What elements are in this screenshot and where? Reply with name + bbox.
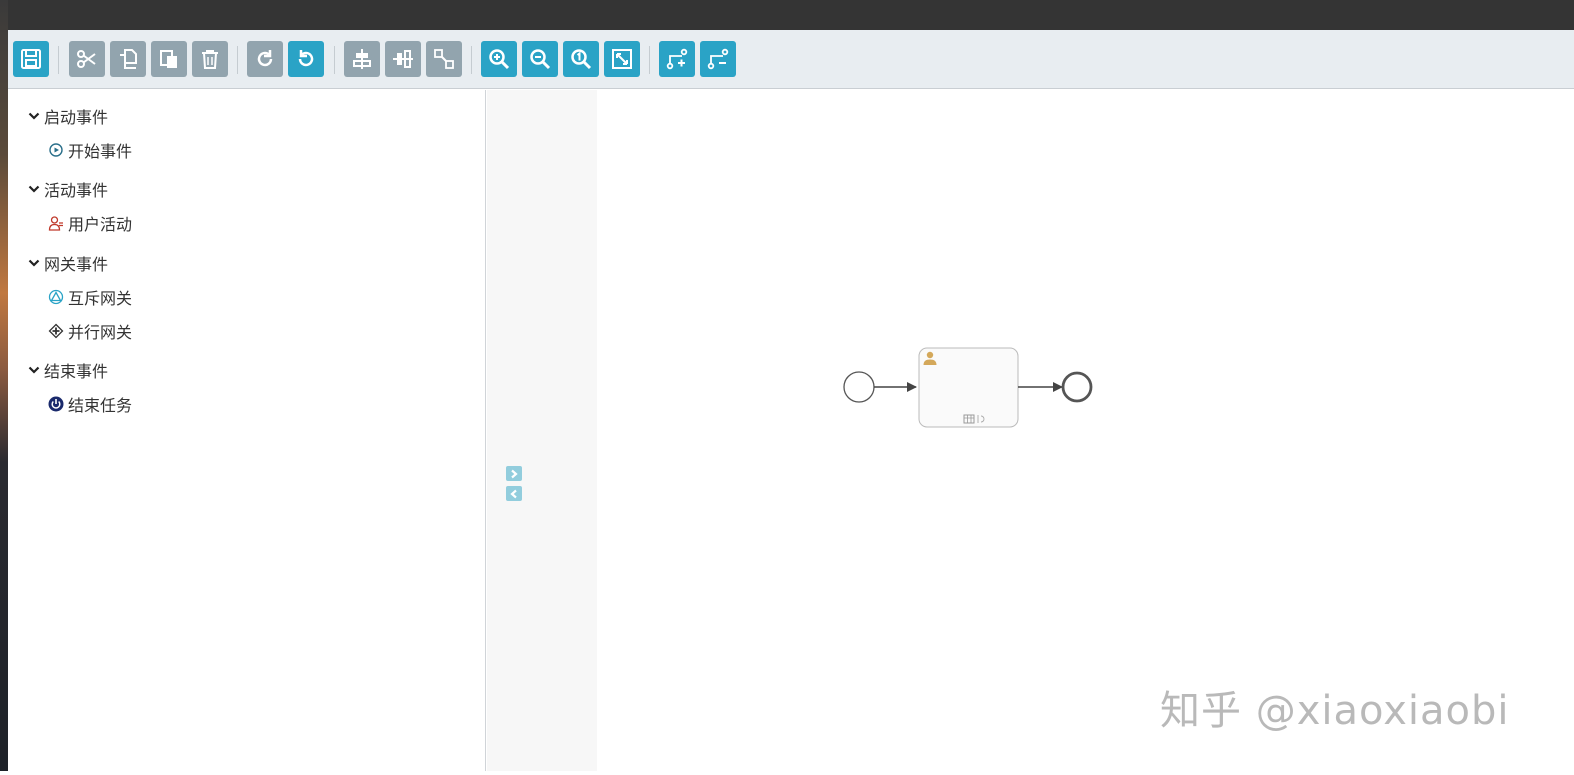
toolbar-separator: [649, 46, 650, 74]
same-size-icon: [434, 49, 454, 69]
zoom-fit-button[interactable]: [604, 41, 640, 77]
palette-group-label: 网关事件: [44, 255, 109, 274]
watermark: 知乎 @xiaoxiaobi: [1160, 688, 1510, 734]
remove-bendpoint-icon: [707, 48, 729, 70]
palette-item-parallel-gateway[interactable]: 并行网关: [48, 319, 132, 343]
start-event-icon: [49, 143, 63, 157]
align-vertical-button[interactable]: [344, 41, 380, 77]
title-bar: [8, 0, 1574, 30]
save-icon: [21, 49, 41, 69]
zoom-actual-button[interactable]: [563, 41, 599, 77]
cut-button[interactable]: [69, 41, 105, 77]
palette-item-label: 并行网关: [68, 323, 133, 342]
parallel-gateway-icon: [48, 323, 64, 339]
paste-icon: [160, 50, 177, 68]
toolbar: [8, 30, 1574, 89]
palette-group-activity[interactable]: 活动事件: [28, 177, 108, 201]
save-button[interactable]: [13, 41, 49, 77]
zoom-in-icon: [489, 49, 510, 70]
palette-item-label: 开始事件: [68, 142, 133, 161]
end-event-icon: [48, 396, 64, 412]
palette-group-start[interactable]: 启动事件: [28, 104, 108, 128]
zoom-out-button[interactable]: [522, 41, 558, 77]
undo-icon: [298, 50, 314, 67]
user-task-node[interactable]: [918, 347, 1019, 428]
palette-item-label: 互斥网关: [68, 289, 133, 308]
align-horizontal-button[interactable]: [385, 41, 421, 77]
collapse-panel-button[interactable]: [506, 486, 522, 501]
toolbar-separator: [237, 46, 238, 74]
palette-item-start-event[interactable]: 开始事件: [48, 138, 132, 162]
toolbar-separator: [334, 46, 335, 74]
toolbar-separator: [58, 46, 59, 74]
palette-item-label: 用户活动: [68, 215, 133, 234]
add-bendpoint-icon: [666, 48, 688, 70]
user-task-icon: [48, 216, 63, 231]
redo-icon: [257, 50, 273, 67]
palette-item-user-task[interactable]: 用户活动: [48, 211, 132, 235]
align-vertical-icon: [353, 49, 371, 69]
bpmn-diagram: [843, 347, 1093, 428]
copy-icon: [120, 49, 137, 69]
palette-group-label: 活动事件: [44, 181, 109, 200]
element-palette: 启动事件 开始事件 活动事件 用户活动 网关事件 互斥网关 并行网关 结束事件 …: [8, 90, 486, 771]
palette-item-label: 结束任务: [68, 396, 133, 415]
palette-item-end-event[interactable]: 结束任务: [48, 392, 132, 416]
exclusive-gateway-icon: [48, 289, 64, 305]
same-size-button[interactable]: [426, 41, 462, 77]
zoom-out-icon: [530, 49, 551, 70]
undo-button[interactable]: [288, 41, 324, 77]
diagram-canvas[interactable]: [597, 90, 1574, 771]
toolbar-separator: [471, 46, 472, 74]
paste-button[interactable]: [151, 41, 187, 77]
zoom-fit-icon: [612, 49, 632, 69]
delete-icon: [202, 50, 218, 69]
chevron-left-icon: [510, 489, 517, 498]
zoom-actual-icon: [571, 49, 592, 70]
chevron-down-icon: [28, 366, 40, 374]
window-edge: [0, 0, 8, 771]
palette-group-end[interactable]: 结束事件: [28, 358, 108, 382]
chevron-down-icon: [28, 185, 40, 193]
remove-bendpoint-button[interactable]: [700, 41, 736, 77]
palette-group-label: 结束事件: [44, 362, 109, 381]
expand-panel-button[interactable]: [506, 466, 522, 481]
start-event-node[interactable]: [843, 371, 875, 403]
cut-icon: [77, 50, 96, 68]
end-event-node[interactable]: [1061, 371, 1093, 403]
add-bendpoint-button[interactable]: [659, 41, 695, 77]
chevron-down-icon: [28, 112, 40, 120]
palette-group-label: 启动事件: [44, 108, 109, 127]
zoom-in-button[interactable]: [481, 41, 517, 77]
delete-button[interactable]: [192, 41, 228, 77]
align-horizontal-icon: [393, 50, 413, 68]
copy-button[interactable]: [110, 41, 146, 77]
chevron-down-icon: [28, 259, 40, 267]
chevron-right-icon: [511, 469, 518, 478]
redo-button[interactable]: [247, 41, 283, 77]
panel-divider: [487, 90, 597, 771]
palette-item-exclusive-gateway[interactable]: 互斥网关: [48, 285, 132, 309]
palette-group-gateway[interactable]: 网关事件: [28, 251, 108, 275]
